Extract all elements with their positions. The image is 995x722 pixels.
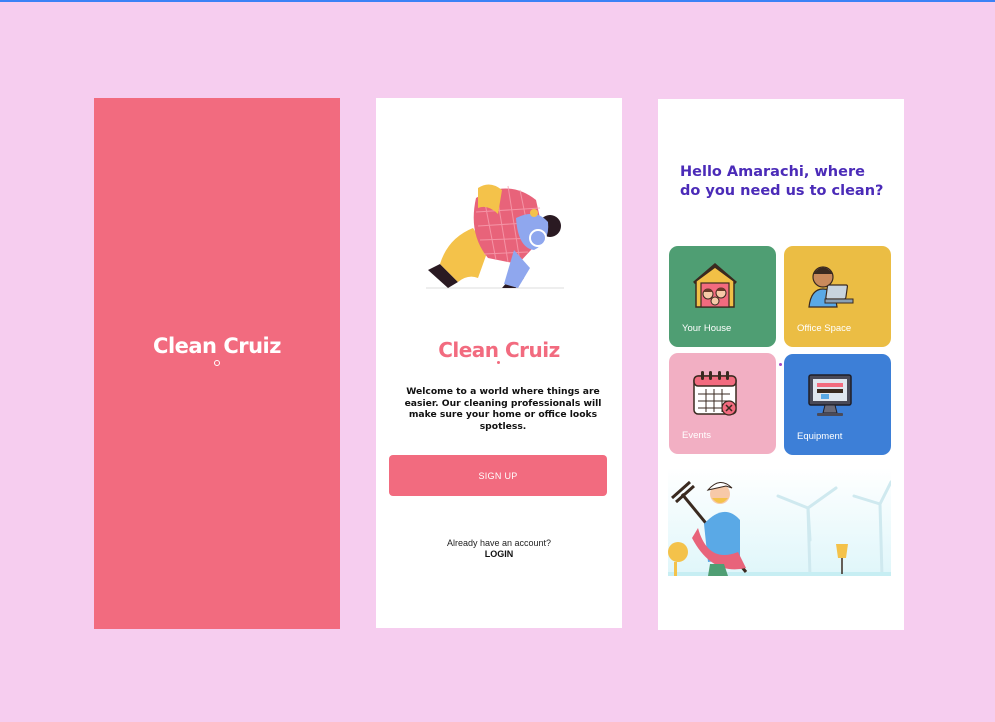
cleaner-banner-illustration <box>668 468 891 576</box>
account-prompt: Already have an account? <box>446 538 552 548</box>
tile-your-house[interactable]: Your House <box>669 246 776 347</box>
logo-dot <box>497 361 500 364</box>
login-link[interactable]: LOGIN <box>376 549 622 559</box>
tile-equipment[interactable]: Equipment <box>784 354 891 455</box>
calendar-icon <box>693 371 737 416</box>
welcome-logo: Clean Cruiz <box>438 338 560 362</box>
welcome-screen: Clean Cruiz Welcome to a world where thi… <box>376 98 622 628</box>
house-family-icon <box>693 263 737 308</box>
top-accent-line <box>0 0 995 2</box>
tile-label: Office Space <box>797 323 852 334</box>
tile-label: Events <box>682 430 712 441</box>
sign-up-button[interactable]: SIGN UP <box>389 455 607 496</box>
tile-label: Equipment <box>797 431 843 442</box>
monitor-equipment-icon <box>808 374 852 416</box>
tile-label: Your House <box>682 323 732 334</box>
separator-dot <box>779 363 782 366</box>
office-worker-icon <box>808 266 854 308</box>
logo-dot <box>214 360 220 366</box>
greeting-heading: Hello Amarachi, where do you need us to … <box>680 164 884 199</box>
tile-events[interactable]: Events <box>669 353 776 454</box>
home-screen: Hello Amarachi, where do you need us to … <box>658 99 904 630</box>
cleaner-illustration <box>426 184 564 289</box>
splash-logo: Clean Cruiz <box>153 334 281 358</box>
splash-screen: Clean Cruiz <box>94 98 340 629</box>
tile-office-space[interactable]: Office Space <box>784 246 891 347</box>
welcome-tagline: Welcome to a world where things are easi… <box>404 386 602 432</box>
